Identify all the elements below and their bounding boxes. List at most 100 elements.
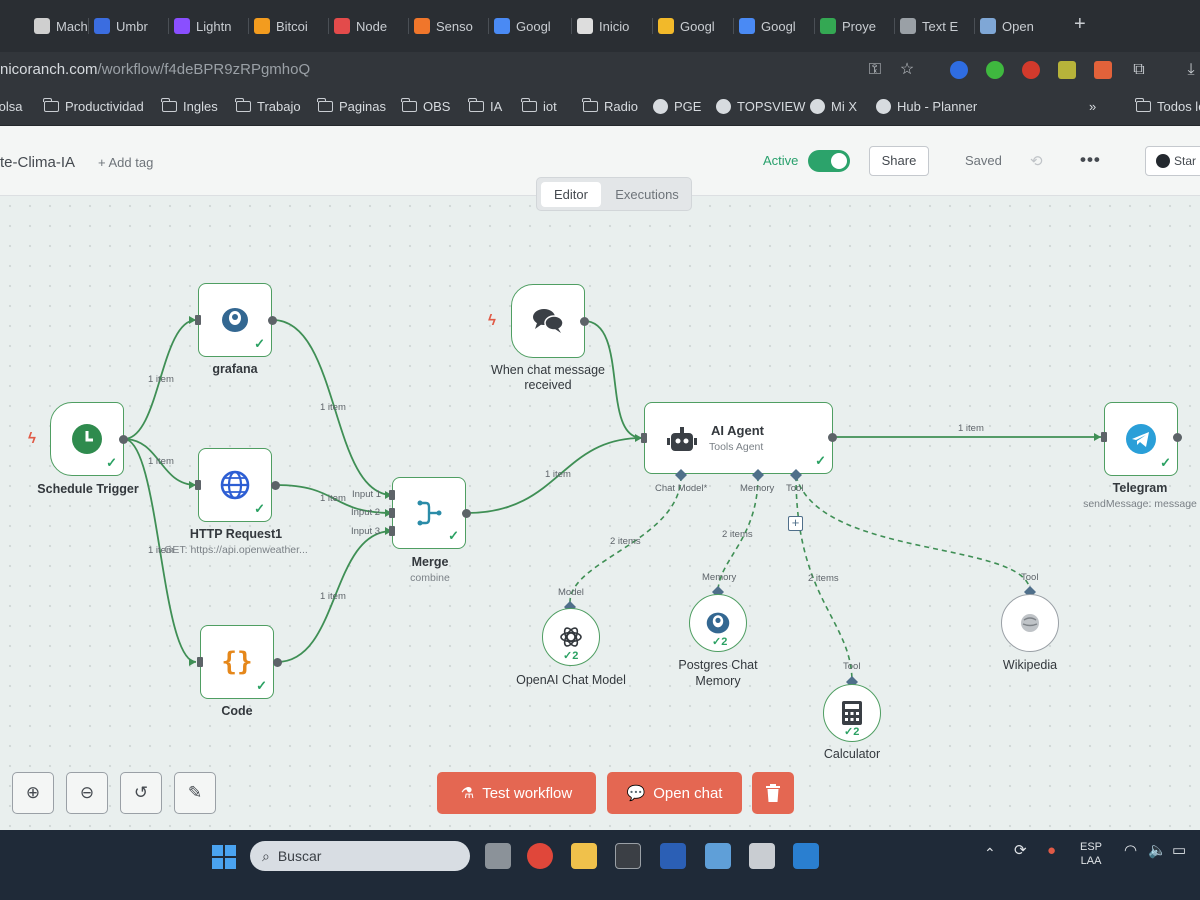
browser-tab[interactable]: Open xyxy=(980,10,1042,42)
download-icon[interactable]: ⤓ xyxy=(1182,61,1200,79)
bookmark-item[interactable]: OBS xyxy=(401,98,450,114)
node-grafana[interactable]: ✓ xyxy=(198,283,272,357)
extension-icon-5[interactable] xyxy=(1094,61,1112,79)
chrome-icon[interactable] xyxy=(527,843,553,869)
windows-start-icon[interactable] xyxy=(212,845,236,869)
reset-zoom-button[interactable]: ↺ xyxy=(120,772,162,814)
node-calculator[interactable]: ✓2 xyxy=(823,684,881,742)
workflow-name[interactable]: te-Clima-IA xyxy=(0,154,75,171)
volume-icon[interactable]: 🔈 xyxy=(1148,843,1167,858)
node-wikipedia[interactable] xyxy=(1001,594,1059,652)
puzzle-icon[interactable]: ⧉ xyxy=(1130,61,1148,79)
share-button[interactable]: Share xyxy=(869,146,929,176)
address-bar[interactable]: nicoranch.com/workflow/f4deBPR9zRPgmhoQ … xyxy=(0,52,1200,90)
input-port[interactable] xyxy=(195,315,201,325)
notepad-icon[interactable] xyxy=(705,843,731,869)
browser-tab[interactable]: Bitcoi xyxy=(254,10,316,42)
active-toggle[interactable] xyxy=(808,150,850,172)
extension-icon-4[interactable] xyxy=(1058,61,1076,79)
terminal-icon[interactable] xyxy=(615,843,641,869)
browser-tab[interactable]: Googl xyxy=(739,10,801,42)
bookmark-item[interactable]: TOPSVIEW xyxy=(716,99,805,114)
output-port[interactable] xyxy=(580,317,589,326)
chat-model-port[interactable] xyxy=(675,469,687,481)
bookmark-item[interactable]: Mi X xyxy=(810,99,857,114)
language-indicator[interactable]: ESP LAA xyxy=(1080,840,1102,868)
browser-tab[interactable]: Umbr xyxy=(94,10,156,42)
bookmark-star-icon[interactable]: ☆ xyxy=(898,61,916,79)
browser-tab[interactable]: Lightn xyxy=(174,10,236,42)
output-port[interactable] xyxy=(462,509,471,518)
delete-execution-button[interactable] xyxy=(752,772,794,814)
new-tab-button[interactable]: + xyxy=(1074,14,1086,34)
output-port[interactable] xyxy=(1173,433,1182,442)
bookmark-item[interactable]: Productividad xyxy=(43,98,144,114)
tool-port[interactable] xyxy=(790,469,802,481)
workflow-canvas[interactable] xyxy=(0,196,1200,830)
open-chat-button[interactable]: 💬 Open chat xyxy=(607,772,742,814)
node-postgres-chat-memory[interactable]: ✓2 xyxy=(689,594,747,652)
word-icon[interactable] xyxy=(660,843,686,869)
output-port[interactable] xyxy=(273,658,282,667)
key-icon[interactable]: ⚿ xyxy=(866,61,884,79)
extension-icon-1[interactable] xyxy=(950,61,968,79)
input-port[interactable] xyxy=(197,657,203,667)
output-port[interactable] xyxy=(271,481,280,490)
zoom-out-button[interactable]: ⊖ xyxy=(66,772,108,814)
browser-tab[interactable]: Mach xyxy=(34,10,96,42)
battery-icon[interactable]: ▭ xyxy=(1172,843,1186,858)
github-star-button[interactable]: Star xyxy=(1145,146,1200,176)
tab-executions[interactable]: Executions xyxy=(605,182,689,207)
wifi-icon[interactable]: ◠ xyxy=(1124,843,1137,858)
file-explorer-icon[interactable] xyxy=(571,843,597,869)
browser-tab[interactable]: Proye xyxy=(820,10,882,42)
add-tag-link[interactable]: + Add tag xyxy=(98,155,153,170)
browser-tab[interactable]: Googl xyxy=(658,10,720,42)
input-port-1[interactable] xyxy=(389,490,395,500)
input-port[interactable] xyxy=(641,433,647,443)
bookmark-item[interactable]: Ingles xyxy=(161,98,218,114)
all-bookmarks[interactable]: Todos lo xyxy=(1135,98,1200,114)
sync-icon[interactable]: ⟳ xyxy=(1014,843,1027,858)
tidy-up-button[interactable]: ✎ xyxy=(174,772,216,814)
bookmark-item[interactable]: Radio xyxy=(582,98,638,114)
browser-tab[interactable]: Inicio xyxy=(577,10,639,42)
node-ai-agent[interactable]: AI Agent Tools Agent ✓ xyxy=(644,402,833,474)
input-port-3[interactable] xyxy=(389,526,395,536)
node-code[interactable]: {} ✓ xyxy=(200,625,274,699)
taskbar-search[interactable]: ⌕ Buscar xyxy=(250,841,470,871)
node-http-request[interactable]: ✓ xyxy=(198,448,272,522)
chevron-up-icon[interactable]: ⌃ xyxy=(984,846,996,860)
browser-tab[interactable]: Node xyxy=(334,10,396,42)
tab-editor[interactable]: Editor xyxy=(541,182,601,207)
snipping-tool-icon[interactable] xyxy=(749,843,775,869)
output-port[interactable] xyxy=(119,435,128,444)
tray-app-icon[interactable]: ● xyxy=(1047,843,1056,858)
zoom-in-button[interactable]: ⊕ xyxy=(12,772,54,814)
memory-port[interactable] xyxy=(752,469,764,481)
browser-tab[interactable]: Senso xyxy=(414,10,476,42)
node-telegram[interactable]: ✓ xyxy=(1104,402,1178,476)
output-port[interactable] xyxy=(828,433,837,442)
bookmark-item[interactable]: Trabajo xyxy=(235,98,301,114)
extension-icon-3[interactable] xyxy=(1022,61,1040,79)
node-chat-trigger[interactable] xyxy=(511,284,585,358)
browser-tab[interactable]: Googl xyxy=(494,10,556,42)
node-openai-chat-model[interactable]: ✓2 xyxy=(542,608,600,666)
task-view-icon[interactable] xyxy=(485,843,511,869)
outlook-icon[interactable] xyxy=(793,843,819,869)
node-merge[interactable]: ✓ xyxy=(392,477,466,549)
bookmark-item[interactable]: IA xyxy=(468,98,502,114)
output-port[interactable] xyxy=(268,316,277,325)
url-text[interactable]: nicoranch.com/workflow/f4deBPR9zRPgmhoQ xyxy=(0,61,310,78)
add-tool-button[interactable]: + xyxy=(788,516,803,531)
bookmark-item[interactable]: Bolsa xyxy=(0,99,23,114)
bookmark-item[interactable]: iot xyxy=(521,98,557,114)
test-workflow-button[interactable]: ⚗ Test workflow xyxy=(437,772,596,814)
input-port[interactable] xyxy=(1101,432,1107,442)
bookmark-item[interactable]: Hub - Planner xyxy=(876,99,977,114)
input-port-2[interactable] xyxy=(389,508,395,518)
more-options-icon[interactable]: ••• xyxy=(1080,150,1101,170)
node-schedule-trigger[interactable]: ✓ xyxy=(50,402,124,476)
browser-tab[interactable]: Text E xyxy=(900,10,962,42)
